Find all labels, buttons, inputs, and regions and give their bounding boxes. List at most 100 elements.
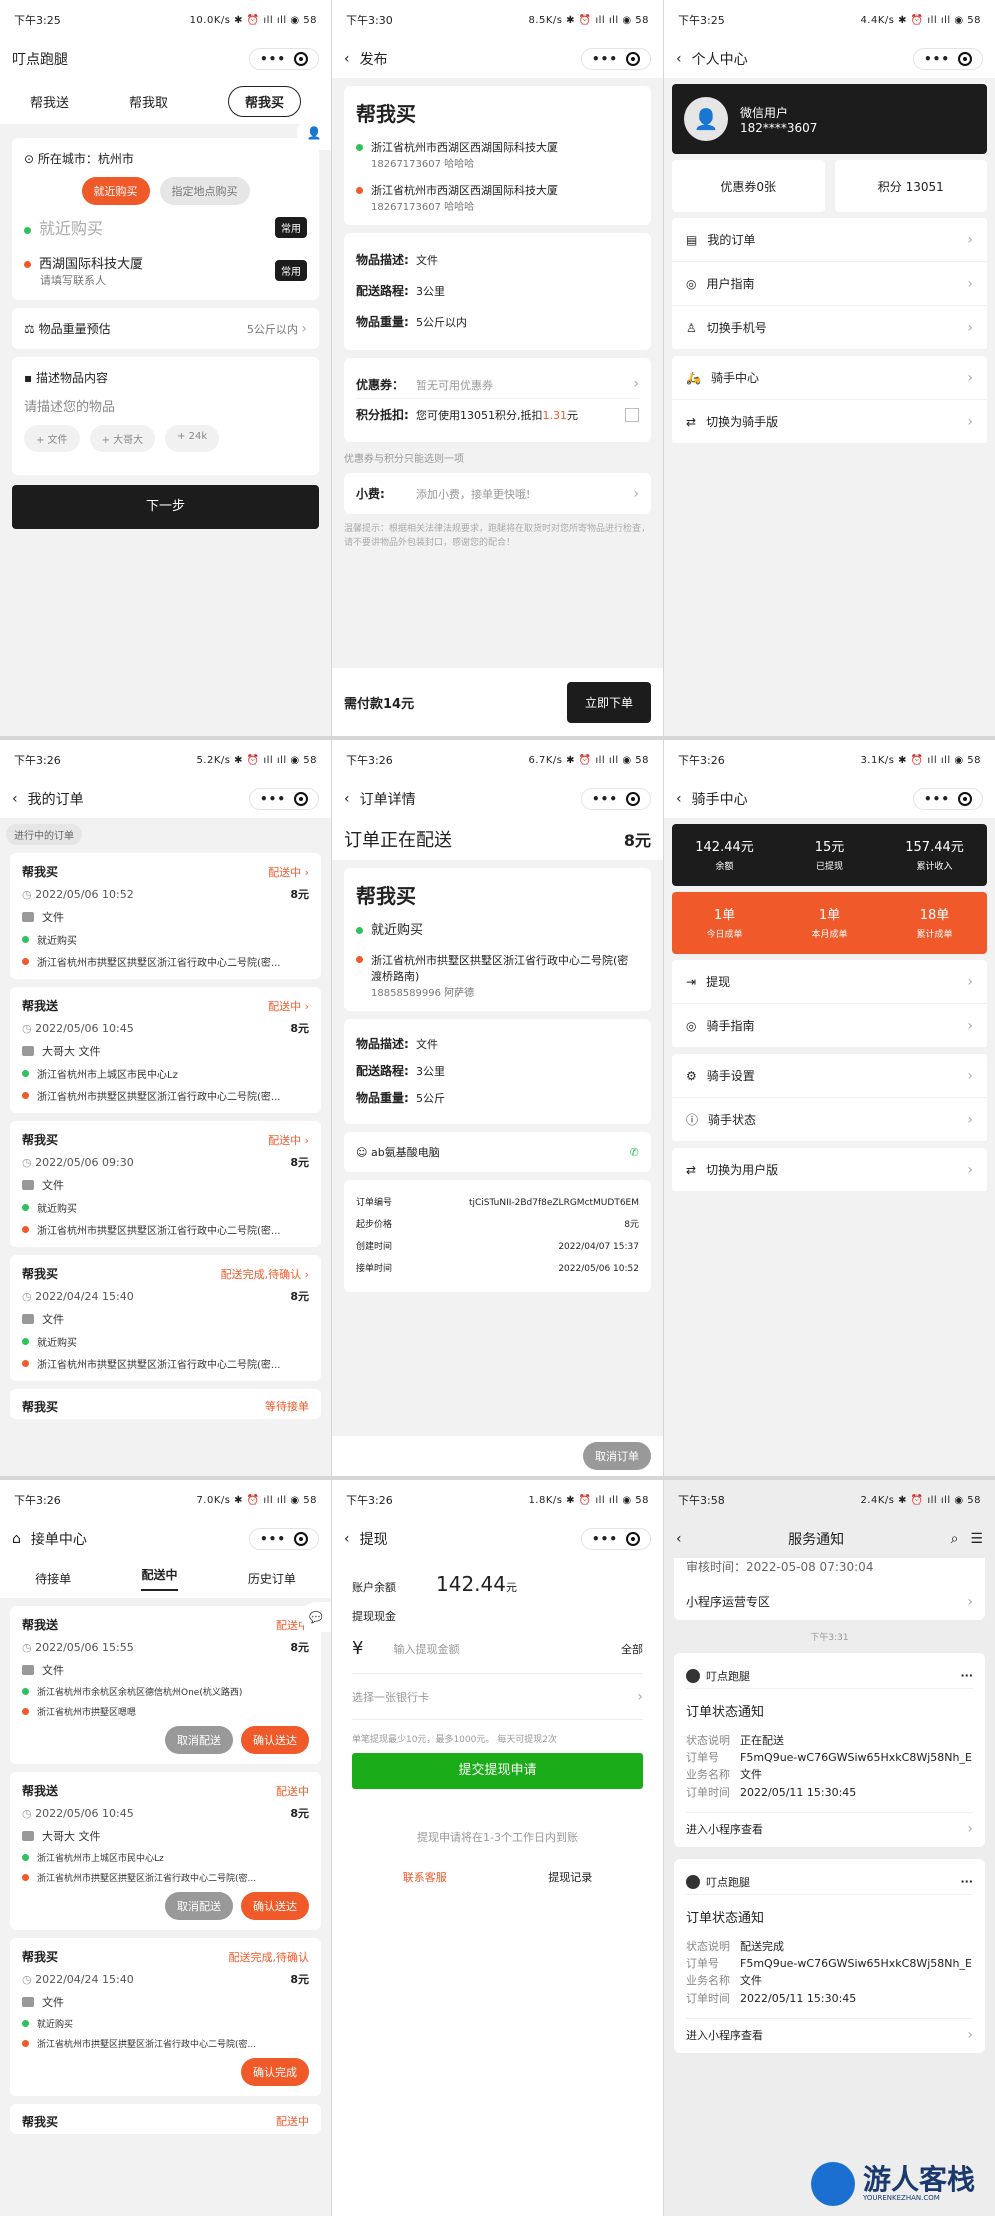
tag-chip[interactable]: + 大哥大 <box>89 425 156 452</box>
chat-float-icon[interactable]: 💬 <box>301 1602 331 1632</box>
common-button-2[interactable]: 常用 <box>275 260 307 281</box>
capsule-menu[interactable]: ••• <box>580 1528 651 1550</box>
close-mini-icon[interactable] <box>626 1532 640 1546</box>
more-icon[interactable]: ••• <box>592 1532 618 1546</box>
menu-icon[interactable]: ☰ <box>970 1531 983 1547</box>
amount-input[interactable]: 输入提现金额 <box>393 1641 459 1657</box>
tab-buy[interactable]: 帮我买 <box>227 85 301 117</box>
cancel-order-button[interactable]: 取消订单 <box>583 1442 651 1470</box>
withdraw-records-link[interactable]: 提现记录 <box>548 1869 592 1885</box>
menu-switch-rider[interactable]: ⇄ 切换为骑手版 › <box>672 400 987 444</box>
close-mini-icon[interactable] <box>294 1532 308 1546</box>
cancel-delivery-button[interactable]: 取消配送 <box>165 1726 233 1754</box>
user-header[interactable]: 👤 微信用户 182****3607 <box>672 84 987 154</box>
home-icon[interactable]: ⌂ <box>12 1531 21 1547</box>
capsule-menu[interactable]: ••• <box>912 48 983 70</box>
weight-row[interactable]: ⚖ 物品重量预估 5公斤以内 › <box>12 308 319 349</box>
tip-row[interactable]: 小费: 添加小费，接单更快哦! › <box>344 473 651 514</box>
order-card[interactable]: 帮我买 配送中 › ◷ 2022/05/06 10:52 8元 文件 就近购买 浙江省杭州市… <box>10 853 321 979</box>
close-mini-icon[interactable] <box>626 792 640 806</box>
desc-input[interactable]: 请描述您的物品 <box>24 396 307 415</box>
notice-card[interactable]: 叮点跑腿 ··· 订单状态通知 状态说明 正在配送 订单号 F5mQ9ue-wC76GWSi… <box>674 1653 985 1847</box>
menu-switch-user[interactable]: ⇄ 切换为用户版 › <box>672 1148 987 1192</box>
order-card-partial[interactable]: 帮我买 配送中 <box>10 2104 321 2134</box>
back-icon[interactable]: ‹ <box>344 1531 350 1547</box>
common-button[interactable]: 常用 <box>275 216 307 238</box>
coupon-row[interactable]: 优惠券： 暂无可用优惠券 › <box>356 370 639 398</box>
menu-rider-settings[interactable]: ⚙ 骑手设置 › <box>672 1054 987 1098</box>
more-icon[interactable]: ••• <box>592 52 618 66</box>
order-card[interactable]: 帮我买 配送完成,待确认 › ◷ 2022/04/24 15:40 8元 文件 就近购买浙… <box>10 1255 321 1381</box>
more-icon[interactable]: ••• <box>260 792 286 806</box>
withdraw-all-button[interactable]: 全部 <box>621 1641 643 1657</box>
tab-delivering[interactable]: 配送中 <box>141 1566 178 1591</box>
more-icon[interactable]: ••• <box>924 52 950 66</box>
back-icon[interactable]: ‹ <box>676 51 682 67</box>
back-icon[interactable]: ‹ <box>344 51 350 67</box>
capsule-menu[interactable]: ••• <box>248 1528 319 1550</box>
order-card[interactable]: 帮我买 配送中 › ◷ 2022/05/06 09:30 8元 文件 就近购买 浙江省杭州市… <box>10 1121 321 1247</box>
near-buy-button[interactable]: 就近购买 <box>81 177 150 205</box>
more-icon[interactable]: ••• <box>592 792 618 806</box>
mini-zone-row[interactable]: 小程序运营专区 › <box>686 1593 973 1610</box>
buy-row[interactable]: 就近购买 常用 <box>24 215 307 239</box>
phone-icon[interactable]: ✆ <box>630 1146 639 1159</box>
addr-buy-button[interactable]: 指定地点购买 <box>159 177 250 205</box>
back-icon[interactable]: ‹ <box>676 791 682 807</box>
capsule-menu[interactable]: ••• <box>912 788 983 810</box>
search-icon[interactable]: ⌕ <box>951 1531 959 1547</box>
menu-withdraw[interactable]: ⇥ 提现 › <box>672 960 987 1004</box>
tab-pickup[interactable]: 帮我取 <box>129 92 168 111</box>
confirm-complete-button[interactable]: 确认完成 <box>241 2058 309 2086</box>
tag-chip[interactable]: + 文件 <box>24 425 80 452</box>
close-mini-icon[interactable] <box>626 52 640 66</box>
more-icon[interactable]: ••• <box>924 792 950 806</box>
close-mini-icon[interactable] <box>958 792 972 806</box>
more-icon[interactable]: ··· <box>960 1669 973 1682</box>
confirm-delivered-button[interactable]: 确认送达 <box>241 1726 309 1754</box>
submit-withdraw-button[interactable]: 提交提现申请 <box>352 1753 643 1789</box>
menu-rider-status[interactable]: ⓘ 骑手状态 › <box>672 1098 987 1142</box>
confirm-delivered-button[interactable]: 确认送达 <box>241 1892 309 1920</box>
close-mini-icon[interactable] <box>294 792 308 806</box>
rider-order-card[interactable]: 帮我买 配送完成,待确认 ◷ 2022/04/24 15:40 8元 文件 就近购买 浙江省… <box>10 1938 321 2096</box>
more-icon[interactable]: ••• <box>260 1532 286 1546</box>
tab-send[interactable]: 帮我送 <box>30 92 69 111</box>
capsule-menu[interactable]: ••• <box>248 48 319 70</box>
back-icon[interactable]: ‹ <box>12 791 18 807</box>
order-card-partial[interactable]: 帮我买 等待接单 <box>10 1389 321 1419</box>
tab-pending[interactable]: 待接单 <box>35 1570 71 1587</box>
points-row[interactable]: 积分抵扣: 您可使用13051积分,抵扣1.31元 <box>356 398 639 430</box>
rider-order-card[interactable]: 帮我送 配送中 ◷ 2022/05/06 15:55 8元 文件 浙江省杭州市余杭区余杭区… <box>10 1606 321 1764</box>
rider-order-card[interactable]: 帮我送 配送中 ◷ 2022/05/06 10:45 8元 大哥大 文件 浙江省杭州市上城… <box>10 1772 321 1930</box>
user-float-icon[interactable]: 👤 <box>297 116 331 150</box>
close-mini-icon[interactable] <box>958 52 972 66</box>
tab-history[interactable]: 历史订单 <box>248 1570 296 1587</box>
enter-miniprogram-link[interactable]: 进入小程序查看 <box>686 2027 763 2043</box>
enter-miniprogram-link[interactable]: 进入小程序查看 <box>686 1821 763 1837</box>
back-icon[interactable]: ‹ <box>344 791 350 807</box>
filter-chip[interactable]: 进行中的订单 <box>6 824 82 845</box>
points-count[interactable]: 积分 13051 <box>834 160 987 212</box>
more-icon[interactable]: ··· <box>960 1875 973 1888</box>
back-icon[interactable]: ‹ <box>676 1531 682 1547</box>
place-order-button[interactable]: 立即下单 <box>566 681 651 723</box>
order-card[interactable]: 帮我送 配送中 › ◷ 2022/05/06 10:45 8元 大哥大 文件 浙江省杭州市… <box>10 987 321 1113</box>
next-button[interactable]: 下一步 <box>12 485 319 529</box>
cancel-delivery-button[interactable]: 取消配送 <box>165 1892 233 1920</box>
coupon-count[interactable]: 优惠券0张 <box>672 160 825 212</box>
tip-input[interactable]: 添加小费，接单更快哦! <box>416 488 530 501</box>
menu-switch-phone[interactable]: ♙ 切换手机号 › <box>672 306 987 350</box>
capsule-menu[interactable]: ••• <box>580 48 651 70</box>
notice-card[interactable]: 叮点跑腿 ··· 订单状态通知 状态说明 配送完成 订单号 F5mQ9ue-wC76GWSi… <box>674 1859 985 2053</box>
more-icon[interactable]: ••• <box>260 52 286 66</box>
capsule-menu[interactable]: ••• <box>248 788 319 810</box>
points-checkbox[interactable] <box>625 407 639 422</box>
tag-chip[interactable]: + 24k <box>165 425 220 452</box>
close-mini-icon[interactable] <box>294 52 308 66</box>
bank-row[interactable]: 选择一张银行卡 › <box>352 1674 643 1720</box>
menu-my-orders[interactable]: ▤ 我的订单 › <box>672 218 987 262</box>
dest-row[interactable]: 西湖国际科技大厦 请填写联系人 常用 <box>24 253 307 288</box>
capsule-menu[interactable]: ••• <box>580 788 651 810</box>
menu-rider-center[interactable]: 🛵 骑手中心 › <box>672 356 987 400</box>
